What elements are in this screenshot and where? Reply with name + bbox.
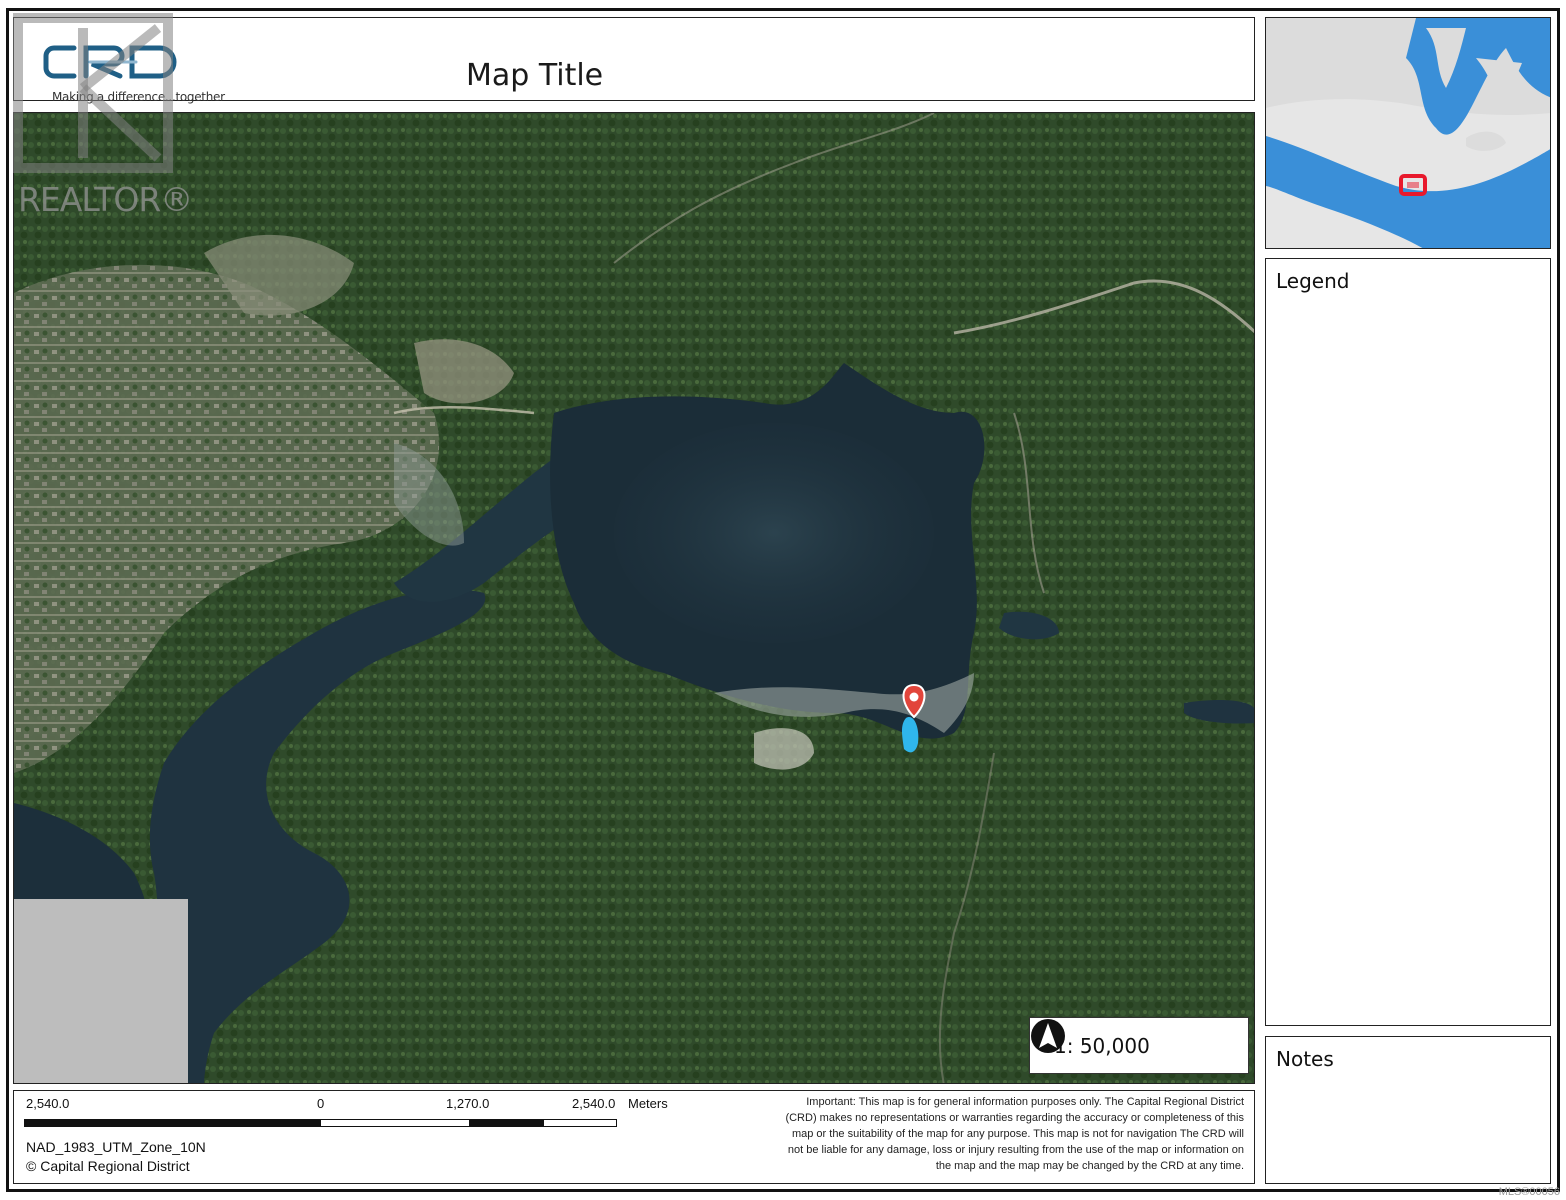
disclaimer-line: Important: This map is for general infor… [806, 1096, 1244, 1108]
projection-label: NAD_1983_UTM_Zone_10N [26, 1139, 206, 1155]
legend-title: Legend [1276, 269, 1350, 293]
scalebar-label-left: 2,540.0 [26, 1096, 70, 1111]
scale-ratio: 1: 50,000 [1054, 1034, 1150, 1058]
aerial-imagery [14, 113, 1254, 1083]
scalebar [24, 1119, 617, 1127]
scalebar-segment [25, 1120, 321, 1126]
notes-panel: Notes [1265, 1036, 1551, 1184]
notes-title: Notes [1276, 1047, 1334, 1071]
footer-block: 2,540.0 0 1,270.0 2,540.0 Meters NAD_198… [13, 1090, 1255, 1184]
scalebar-segment [469, 1120, 544, 1126]
disclaimer: Important: This map is for general infor… [744, 1094, 1244, 1174]
mls-number: MLS®00056 [1498, 1186, 1560, 1198]
scalebar-units: Meters [628, 1096, 668, 1111]
disclaimer-line: not be liable for any damage, loss or in… [787, 1144, 1244, 1156]
map-title: Map Title [466, 58, 604, 93]
aerial-map[interactable]: 1: 50,000 [13, 112, 1255, 1084]
scale-indicator: 1: 50,000 [1029, 1017, 1249, 1074]
north-arrow-icon [1031, 1019, 1065, 1053]
crd-logo [43, 45, 177, 79]
legend-panel: Legend [1265, 258, 1551, 1026]
logo-tagline: Making a difference...together [52, 90, 225, 104]
map-no-data-area [14, 899, 188, 1083]
disclaimer-line: (CRD) makes no representations or warran… [785, 1112, 1244, 1124]
disclaimer-line: the map and the map may be changed by th… [935, 1160, 1244, 1172]
copyright-label: © Capital Regional District [26, 1158, 190, 1174]
overview-map-graphic [1266, 18, 1550, 248]
scalebar-label-mid: 1,270.0 [446, 1096, 490, 1111]
scalebar-label-right: 2,540.0 [572, 1096, 616, 1111]
title-block: Making a difference...together Map Title [13, 17, 1255, 104]
scalebar-label-zero: 0 [317, 1096, 325, 1111]
overview-map[interactable] [1265, 17, 1551, 249]
disclaimer-line: map or the suitability of the map for an… [791, 1128, 1244, 1140]
